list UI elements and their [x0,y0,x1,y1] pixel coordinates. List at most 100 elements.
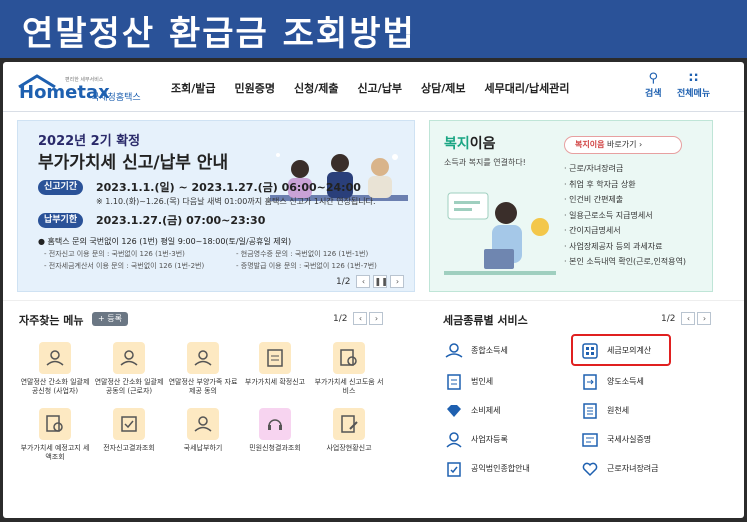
favorite-label: 연말정산 간소화 일괄제공신청 (사업자) [20,378,90,395]
grid-icon: ∷ [689,71,699,86]
favorite-item[interactable]: 연말정산 간소화 일괄제공동의 (근로자) [93,342,165,396]
tax-service-corporate[interactable]: 법인세 [445,372,575,392]
favorite-item[interactable]: 부가가치세 신고도움 서비스 [313,342,385,396]
deadline-badge: 납부기한 [38,213,84,228]
banner-title: 연말정산 환급금 조회방법 [22,14,416,54]
tax-services-title: 세금종류별 서비스 [443,314,528,327]
person-tray-icon [113,342,145,374]
tax-service-label: 법인세 [471,377,494,386]
tax-service-earned-income[interactable]: 근로자녀장려금 [581,459,711,479]
favorites-title: 자주찾는 메뉴 [19,314,84,327]
favorite-label: 국세납부하기 [183,444,223,452]
favorite-label: 전자신고결과조회 [103,444,155,452]
document-search-icon [39,408,71,440]
favorite-label: 사업장현황신고 [326,444,372,452]
tax-service-registration[interactable]: 사업자등록 [445,430,575,450]
tax-services-pager: 1/2 ‹ › [661,312,712,325]
person-tray-icon [187,408,219,440]
contact-info: ● 홈택스 문의 국번없이 126 (1번) 평일 9:00~18:00(토/일… [38,237,292,246]
next-slide-button[interactable]: › [390,275,405,288]
transfer-doc-icon [583,374,597,390]
welfare-link[interactable]: 근로/자녀장려금 [564,163,686,179]
vat-document-icon [259,342,291,374]
menu-item-inquiry[interactable]: 조회/발급 [171,80,216,96]
favorite-item[interactable]: 연말정산 간소화 일괄제공신청 (사업자) [19,342,91,396]
menu-item-application[interactable]: 신청/제출 [294,80,339,96]
tax-service-label: 소비제세 [471,406,501,415]
favorite-item[interactable]: 부가가치세 예정고지 세액조회 [19,408,91,462]
menu-item-agent[interactable]: 세무대리/납세관리 [484,80,569,96]
welfare-title-accent: 복지 [444,136,470,152]
all-menu-button[interactable]: ∷ 전체메뉴 [677,71,710,100]
tax-next-button[interactable]: › [697,312,712,325]
favorite-label: 연말정산 간소화 일괄제공동의 (근로자) [94,378,164,395]
section-divider [3,300,744,301]
welfare-link[interactable]: 간이지급명세서 [564,225,686,241]
prev-slide-button[interactable]: ‹ [356,275,371,288]
tax-service-transfer[interactable]: 양도소득세 [581,372,711,392]
favorite-item[interactable]: 전자신고결과조회 [93,408,165,453]
welfare-link[interactable]: 본인 소득내역 확인(근로,인적용역) [564,256,686,272]
favorite-label: 부가가치세 확정신고 [244,378,306,386]
search-icon: ⚲ [648,71,659,86]
search-button[interactable]: ⚲ 검색 [645,71,662,100]
document-search-icon [333,342,365,374]
favorite-label: 연말정산 부양가족 자료제공 동의 [168,378,238,395]
contact-einvoice: - 전자세금계산서 이용 문의 : 국번없이 126 (1번-2번) [44,262,205,270]
favorite-item[interactable]: 국세납부하기 [167,408,239,453]
hometax-logo[interactable]: 편리한 세무서비스 Hometax 국세청홈택스 [17,74,157,103]
tax-service-label: 사업자등록 [471,435,508,444]
person-tray-icon [39,342,71,374]
filing-period: 2023.1.1.(일) ~ 2023.1.27.(금) 06:00~24:00 [96,181,361,194]
promo-heading: 2022년 2기 확정 [38,134,141,149]
contact-efiling: - 전자신고 이용 문의 : 국번없이 126 (1번-3번) [44,250,185,258]
welfare-link[interactable]: 일용근로소득 지급명세서 [564,210,686,226]
tax-service-income[interactable]: 종합소득세 [445,341,575,361]
tax-prev-button[interactable]: ‹ [681,312,696,325]
menu-item-certificate[interactable]: 민원증명 [235,80,275,96]
favorite-item[interactable]: 부가가치세 확정신고 [239,342,311,387]
tax-service-withholding[interactable]: 원천세 [581,401,711,421]
woman-laptop-illustration-icon [444,192,556,275]
favorite-item[interactable]: 사업장현황신고 [313,408,385,453]
person-tray-icon [187,342,219,374]
favorites-prev-button[interactable]: ‹ [353,312,368,325]
favorite-label: 민원신청결과조회 [249,444,301,452]
welfare-panel: 복지이음 소득과 복지를 연결하다! 복지이음 바로가기 › 근로/자녀장려금 … [429,120,713,292]
tax-service-public-corp[interactable]: 공익법인종합안내 [445,459,575,479]
hometax-window: 편리한 세무서비스 Hometax 국세청홈택스 조회/발급 민원증명 신청/제… [3,62,744,518]
promo-title: 부가가치세 신고/납부 안내 [38,153,229,173]
contact-receipt: - 현금영수증 문의 : 국번없이 126 (1번-1번) [236,250,369,258]
document-check-icon [113,408,145,440]
payment-deadline: 2023.1.27.(금) 07:00~23:30 [96,214,266,227]
tax-services-page-number: 1/2 [661,313,676,324]
document-pen-icon [333,408,365,440]
building-doc-icon [447,374,461,390]
promo-page-number: 1/2 [336,276,351,287]
welfare-link[interactable]: 취업 후 학자금 상환 [564,179,686,195]
period-badge: 신고기간 [38,180,84,195]
extension-note: ※ 1.10.(화)~1.26.(목) 다음날 새벽 01:00까지 홈택스 신… [96,197,376,206]
tax-service-label: 원천세 [607,406,630,415]
person-badge-icon [446,432,462,448]
tax-service-consumption[interactable]: 소비제세 [445,401,575,421]
favorite-item[interactable]: 민원신청결과조회 [239,408,311,453]
tax-service-certificate[interactable]: 국세사실증명 [581,430,711,450]
add-favorite-button[interactable]: + 등록 [92,312,128,326]
welfare-btn-rest: 바로가기 [604,140,637,149]
menu-item-consult[interactable]: 상담/제보 [421,80,466,96]
pause-slide-button[interactable]: ❚❚ [373,275,388,288]
favorite-label: 부가가치세 예정고지 세액조회 [20,444,90,461]
favorite-item[interactable]: 연말정산 부양가족 자료제공 동의 [167,342,239,396]
welfare-title-rest: 이음 [469,136,496,152]
promo-pager: 1/2 ‹ ❚❚ › [336,275,405,288]
menu-item-filing[interactable]: 신고/납부 [357,80,402,96]
vat-promo-banner[interactable]: 2022년 2기 확정 부가가치세 신고/납부 안내 신고기간 2023.1.1… [17,120,415,292]
tax-service-label: 양도소득세 [607,377,644,386]
welfare-link[interactable]: 사업장제공자 등의 과세자료 [564,241,686,257]
welfare-shortcut-button[interactable]: 복지이음 바로가기 › [564,136,682,154]
tax-service-label: 종합소득세 [471,346,508,355]
title-banner: 연말정산 환급금 조회방법 [0,0,747,58]
welfare-link[interactable]: 인건비 간편제출 [564,194,686,210]
favorites-next-button[interactable]: › [369,312,384,325]
